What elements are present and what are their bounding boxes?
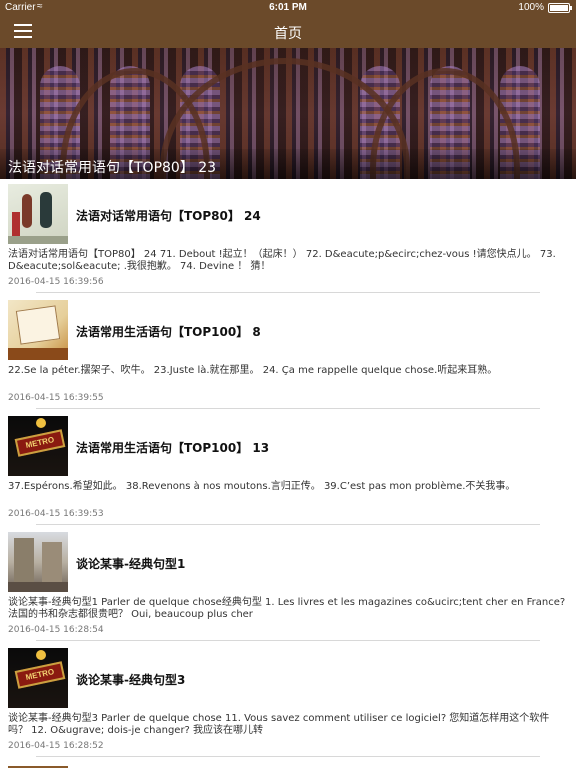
item-date: 2016-04-15 16:39:56: [8, 277, 104, 287]
list-item[interactable]: 法语对话常用语句【TOP80】 24 法语对话常用语句【TOP80】 24 71…: [0, 180, 576, 296]
divider: [36, 524, 540, 525]
couple-eiffel-thumbnail: [8, 184, 68, 244]
item-description: 37.Espérons.希望如此。 38.Revenons à nos mout…: [8, 481, 516, 492]
item-description: 谈论某事-经典句型3 Parler de quelque chose 11. V…: [8, 713, 550, 736]
item-date: 2016-04-15 16:28:52: [8, 741, 104, 751]
item-title: 法语对话常用语句【TOP80】 24: [76, 209, 261, 223]
status-time: 6:01 PM: [269, 2, 307, 13]
list-item[interactable]: METRO 谈论某事-经典句型3 谈论某事-经典句型3 Parler de qu…: [0, 644, 576, 760]
item-description: 22.Se la péter.摆架子、吹牛。 23.Juste là.就在那里。…: [8, 365, 498, 376]
item-date: 2016-04-15 16:28:54: [8, 625, 104, 635]
battery-icon: [548, 3, 572, 13]
metro-sign-thumbnail: METRO: [8, 648, 68, 708]
divider: [36, 292, 540, 293]
item-title: 谈论某事-经典句型1: [76, 557, 186, 571]
paris-street-thumbnail: [8, 532, 68, 592]
divider: [36, 640, 540, 641]
item-description: 谈论某事-经典句型1 Parler de quelque chose经典句型 1…: [8, 597, 566, 620]
divider: [36, 756, 540, 757]
item-date: 2016-04-15 16:39:55: [8, 393, 104, 403]
item-date: 2016-04-15 16:39:53: [8, 509, 104, 519]
featured-banner[interactable]: 法语对话常用语句【TOP80】 23: [0, 48, 576, 179]
banner-caption: 法语对话常用语句【TOP80】 23: [0, 149, 576, 179]
nav-bar: 首页: [0, 16, 576, 48]
item-title: 法语常用生活语句【TOP100】 8: [76, 325, 261, 339]
item-title: 谈论某事-经典句型3: [76, 673, 186, 687]
divider: [36, 408, 540, 409]
list-item[interactable]: 法语常用生活语句【TOP100】 8 22.Se la péter.摆架子、吹牛…: [0, 296, 576, 412]
list-item[interactable]: 谈论某事-经典句型1 谈论某事-经典句型1 Parler de quelque …: [0, 528, 576, 644]
article-list: 法语对话常用语句【TOP80】 24 法语对话常用语句【TOP80】 24 71…: [0, 180, 576, 760]
metro-sign-thumbnail: METRO: [8, 416, 68, 476]
item-title: 法语常用生活语句【TOP100】 13: [76, 441, 270, 455]
list-item[interactable]: METRO 法语常用生活语句【TOP100】 13 37.Espérons.希望…: [0, 412, 576, 528]
chalkboard-sign-thumbnail: [8, 300, 68, 360]
item-description: 法语对话常用语句【TOP80】 24 71. Debout !起立！（起床！） …: [8, 249, 556, 272]
page-title: 首页: [274, 26, 302, 42]
status-bar: Carrier ≈ 6:01 PM 100%: [0, 0, 576, 16]
battery-percent: 100%: [518, 2, 544, 13]
